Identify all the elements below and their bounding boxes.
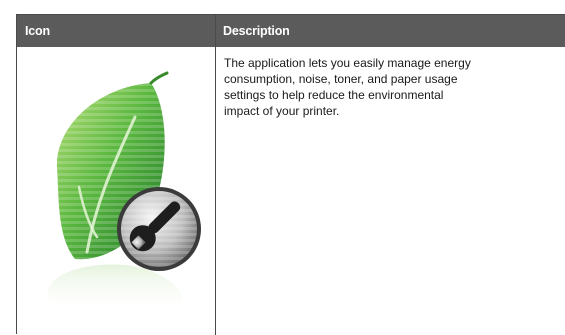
eco-settings-leaf-wrench-icon bbox=[47, 71, 201, 315]
description-cell: The application lets you easily manage e… bbox=[216, 47, 565, 119]
table-header-row: Icon Description bbox=[17, 15, 565, 47]
description-line-2: consumption, noise, toner, and paper usa… bbox=[224, 72, 458, 86]
description-line-1: The application lets you easily manage e… bbox=[224, 56, 471, 70]
description-line-4: impact of your printer. bbox=[224, 104, 340, 118]
description-line-3: settings to help reduce the environmenta… bbox=[224, 88, 444, 102]
icon-cell bbox=[17, 47, 215, 335]
info-table: Icon Description The application lets yo… bbox=[16, 14, 565, 335]
header-description-column: Description bbox=[223, 24, 290, 38]
header-icon-column: Icon bbox=[25, 24, 50, 38]
